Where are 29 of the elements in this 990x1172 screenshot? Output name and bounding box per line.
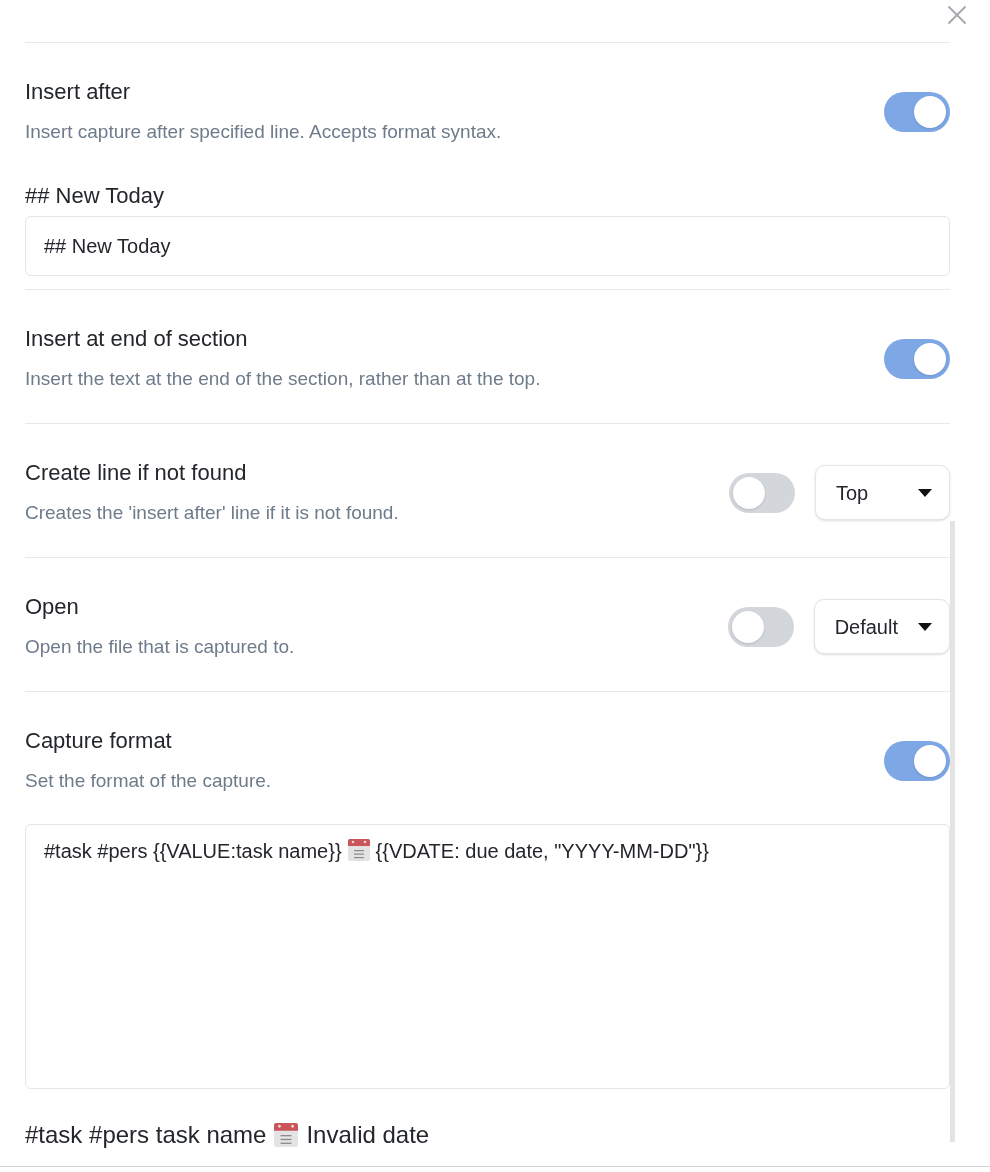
dropdown[interactable]: Default [813, 599, 950, 654]
field-label: ## New Today [25, 182, 165, 210]
setting-title: Open [25, 593, 80, 621]
format-textarea[interactable]: #task #pers {{VALUE:task name}} {{VDATE: due date, "YYYY-MM-DD"}} [25, 824, 950, 1089]
toggle-switch[interactable] [884, 338, 950, 379]
close-icon [947, 5, 967, 25]
dropdown[interactable]: Top [815, 465, 950, 520]
setting-description: Open the file that is captured to. [25, 635, 295, 659]
preview-text: #task #pers task name [25, 1120, 267, 1150]
toggle-switch[interactable] [884, 740, 950, 781]
setting-description: Insert the text at the end of the section, rather than at the top. [25, 367, 541, 391]
setting-title: Create line if not found [25, 459, 248, 487]
toggle-switch[interactable] [884, 91, 950, 132]
toggle-switch[interactable] [727, 606, 794, 647]
setting-description: Insert capture after specified line. Accepts format syntax. [25, 120, 502, 144]
setting-title: Insert at end of section [25, 325, 249, 353]
setting-title: Capture format [25, 727, 173, 755]
caret-icon [918, 622, 932, 631]
close-button[interactable] [947, 5, 967, 25]
calendar-icon [347, 839, 370, 861]
setting-description: Set the format of the capture. [25, 769, 272, 793]
scrollbar[interactable] [950, 521, 955, 1142]
setting-description: Creates the 'insert after' line if it is not found. [25, 501, 399, 525]
preview-text: Invalid date [306, 1120, 430, 1150]
caret-icon [918, 488, 932, 497]
text-input[interactable]: ## New Today [25, 216, 950, 276]
setting-title: Insert after [25, 78, 132, 106]
calendar-icon [274, 1123, 299, 1147]
toggle-switch[interactable] [729, 472, 795, 513]
